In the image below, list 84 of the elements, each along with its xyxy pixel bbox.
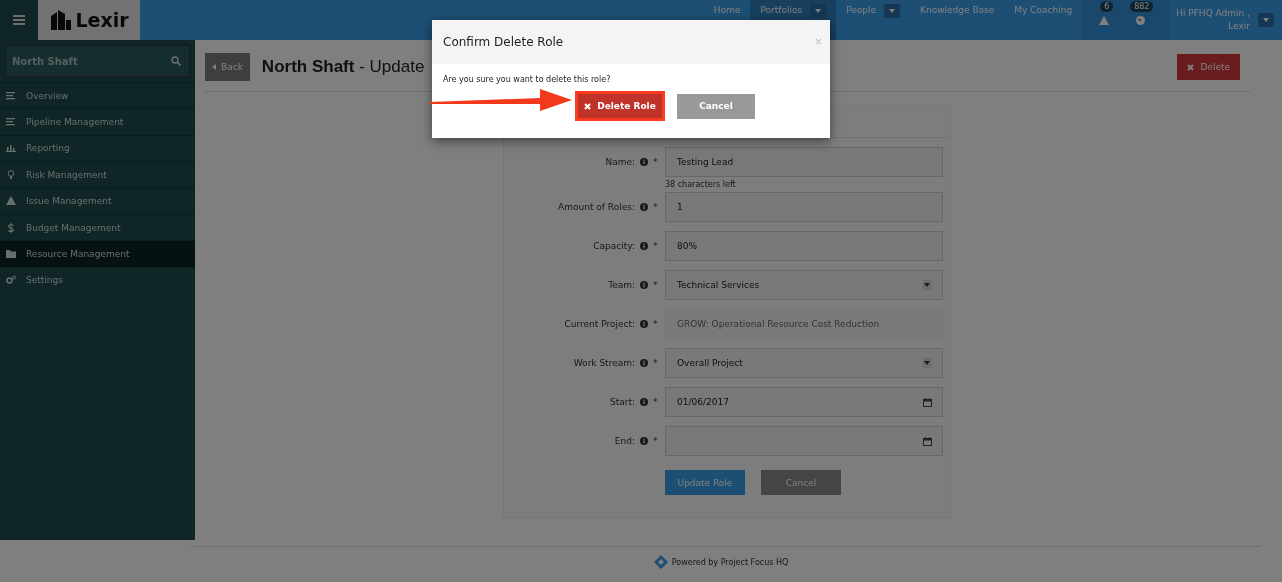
sidebar-item[interactable]: Overview — [0, 82, 195, 109]
field-label: Capacity: — [593, 241, 635, 251]
nav-link[interactable]: Portfolios — [760, 4, 803, 16]
field-label: Name: — [605, 157, 635, 167]
globe-icon[interactable] — [1135, 15, 1145, 25]
dropdown-caret[interactable] — [810, 4, 827, 18]
info-icon — [640, 158, 648, 166]
field-label: Team: — [608, 280, 635, 290]
warning-icon[interactable] — [1099, 15, 1110, 25]
field-label: Work Stream: — [573, 358, 635, 368]
info-icon — [640, 203, 648, 211]
required-mark: * — [652, 279, 659, 290]
lines-icon — [6, 90, 16, 101]
field-label: Current Project: — [564, 319, 635, 329]
update-button[interactable]: Update Role — [665, 470, 745, 495]
field-label: End: — [614, 436, 635, 446]
select-field[interactable]: Technical Services — [665, 270, 943, 300]
search-icon[interactable] — [171, 56, 181, 66]
info-icon — [640, 398, 648, 406]
delete-button[interactable]: Delete — [1177, 54, 1240, 80]
dropdown-caret[interactable] — [922, 280, 932, 290]
nav-link[interactable]: People — [846, 4, 877, 16]
sidebar-item[interactable]: Settings — [0, 266, 195, 294]
gears-icon — [6, 275, 16, 286]
search-field[interactable]: North Shaft — [5, 45, 190, 77]
lines-icon — [6, 117, 16, 128]
calendar-icon[interactable] — [923, 436, 932, 446]
nav-item[interactable]: Knowledge Base — [910, 0, 1005, 40]
info-icon — [640, 359, 648, 367]
required-mark: * — [652, 318, 659, 329]
page-title: North Shaft - Update — [261, 57, 425, 77]
bar-chart-icon — [6, 143, 16, 154]
logo[interactable]: Lexir — [38, 0, 140, 40]
required-mark: * — [652, 435, 659, 446]
calendar-icon[interactable] — [923, 397, 932, 407]
info-icon — [640, 320, 648, 328]
char-count: 38 characters left — [665, 180, 737, 189]
info-icon — [640, 242, 648, 250]
dropdown-caret[interactable] — [1258, 13, 1274, 27]
close-button[interactable]: × — [815, 35, 822, 49]
input-field[interactable]: 1 — [665, 192, 943, 222]
cancel-button[interactable]: Cancel — [677, 93, 755, 119]
menu-icon[interactable] — [0, 0, 38, 40]
sidebar-item[interactable]: Pipeline Management — [0, 108, 195, 135]
warning-icon — [6, 196, 16, 207]
info-icon — [640, 281, 648, 289]
input-field[interactable]: Testing Lead — [665, 147, 943, 177]
field-label: Start: — [609, 397, 635, 407]
nav-link[interactable]: Knowledge Base — [920, 4, 995, 16]
x-icon — [1187, 63, 1195, 71]
required-mark: * — [652, 357, 659, 368]
delete-role-button[interactable]: Delete Role — [575, 91, 665, 121]
select-field[interactable]: Overall Project — [665, 348, 943, 378]
dropdown-caret[interactable] — [922, 358, 932, 368]
sidebar-item[interactable]: Risk Management — [0, 161, 195, 188]
caret-icon — [212, 64, 216, 70]
field-label: Amount of Roles: — [558, 202, 635, 212]
date-field[interactable]: 01/06/2017 — [665, 387, 943, 417]
required-mark: * — [652, 240, 659, 251]
count-badge: 882 — [1130, 1, 1154, 12]
sidebar-item[interactable]: Reporting — [0, 134, 195, 162]
required-mark: * — [652, 201, 659, 212]
folder-icon — [6, 249, 16, 260]
dollar-icon — [6, 222, 16, 233]
count-badge: 6 — [1100, 1, 1114, 12]
dropdown-caret[interactable] — [884, 4, 901, 18]
nav-link[interactable]: My Coaching — [1014, 4, 1073, 16]
nav-item[interactable]: My Coaching — [1004, 0, 1083, 40]
lightbulb-icon — [6, 169, 16, 180]
sidebar-item[interactable]: Resource Management — [0, 240, 195, 267]
required-mark: * — [652, 396, 659, 407]
nav-link[interactable]: Home — [713, 4, 741, 16]
user-greeting[interactable]: Hi PFHQ Admin , Lexir — [1176, 7, 1250, 33]
date-field[interactable] — [665, 426, 943, 456]
required-mark: * — [652, 156, 659, 167]
logo-icon — [653, 555, 668, 569]
nav-item[interactable]: People — [836, 0, 911, 40]
dialog-title: Confirm Delete Role — [443, 35, 564, 49]
info-icon — [640, 437, 648, 445]
x-icon — [584, 102, 592, 110]
sidebar-item[interactable]: Issue Management — [0, 187, 195, 214]
footer-text: Powered by Project Focus HQ — [671, 557, 789, 567]
input-field[interactable]: 80% — [665, 231, 943, 261]
dialog-message: Are you sure you want to delete this role? — [443, 75, 612, 84]
